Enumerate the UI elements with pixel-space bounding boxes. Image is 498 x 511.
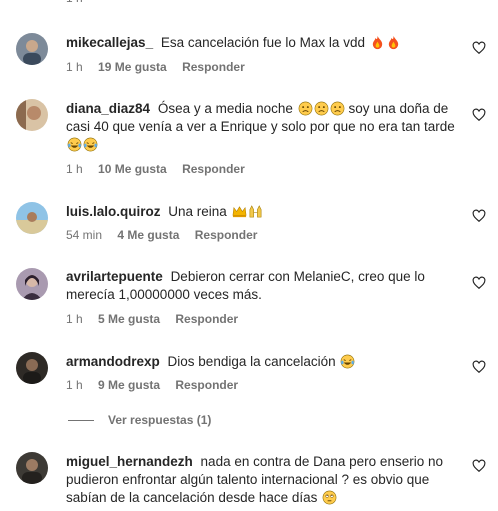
comment-username[interactable]: avrilartepuente — [66, 269, 163, 284]
frowning-emoji — [313, 101, 329, 116]
reply-button[interactable]: Responder — [175, 312, 238, 326]
frowning-emoji — [329, 101, 345, 116]
reply-button[interactable]: Responder — [182, 162, 245, 176]
avatar[interactable] — [16, 202, 48, 234]
comment-text: Dios bendiga la cancelación — [167, 354, 336, 369]
heart-outline-icon[interactable] — [472, 209, 486, 223]
avatar[interactable] — [16, 452, 48, 484]
comment-time: 1 h — [66, 162, 83, 176]
likes-count[interactable]: 19 Me gusta — [98, 60, 167, 74]
comment-username[interactable]: mikecallejas_ — [66, 35, 153, 50]
reply-button[interactable]: Responder — [195, 228, 258, 242]
comment-text: Ósea y a media noche — [157, 101, 293, 116]
view-replies-label: Ver respuestas (1) — [108, 413, 212, 427]
heart-outline-icon[interactable] — [472, 108, 486, 122]
likes-count[interactable]: 10 Me gusta — [98, 162, 167, 176]
comment-username[interactable]: diana_diaz84 — [66, 101, 150, 116]
likes-count[interactable]: 9 Me gusta — [98, 378, 160, 392]
laughing-tears-emoji — [66, 137, 82, 152]
heart-outline-icon[interactable] — [472, 276, 486, 290]
comment-username[interactable]: armandodrexp — [66, 354, 160, 369]
avatar[interactable] — [16, 352, 48, 384]
comment-username[interactable]: luis.lalo.quiroz — [66, 204, 161, 219]
avatar[interactable] — [16, 33, 48, 65]
avatar[interactable] — [16, 99, 48, 131]
reply-button[interactable]: Responder — [175, 378, 238, 392]
raising-hands-emoji — [247, 204, 263, 219]
heart-outline-icon[interactable] — [472, 41, 486, 55]
likes-count[interactable]: 5 Me gusta — [98, 312, 160, 326]
crown-emoji — [231, 204, 247, 219]
comment-text: Una reina — [168, 204, 227, 219]
reply-button[interactable]: Responder — [182, 60, 245, 74]
heart-outline-icon[interactable] — [472, 360, 486, 374]
likes-count[interactable]: 4 Me gusta — [117, 228, 179, 242]
frowning-emoji — [297, 101, 313, 116]
view-replies-button[interactable]: Ver respuestas (1) — [68, 413, 211, 427]
comment-time: 54 min — [66, 228, 103, 242]
previous-comment-time: 1 h — [66, 0, 83, 5]
comment-text: Esa cancelación fue lo Max la vdd — [160, 35, 365, 50]
avatar[interactable] — [16, 268, 48, 300]
laughing-tears-emoji — [82, 137, 98, 152]
comment-time: 1 h — [66, 312, 83, 326]
fire-emoji — [385, 35, 401, 50]
heart-outline-icon[interactable] — [472, 459, 486, 473]
comment-time: 1 h — [66, 378, 83, 392]
comment-time: 1 h — [66, 60, 83, 74]
laughing-tears-emoji — [339, 354, 355, 369]
eye-roll-emoji — [321, 490, 337, 505]
comment-username[interactable]: miguel_hernandezh — [66, 454, 193, 469]
fire-emoji — [369, 35, 385, 50]
view-replies-line — [68, 419, 94, 421]
